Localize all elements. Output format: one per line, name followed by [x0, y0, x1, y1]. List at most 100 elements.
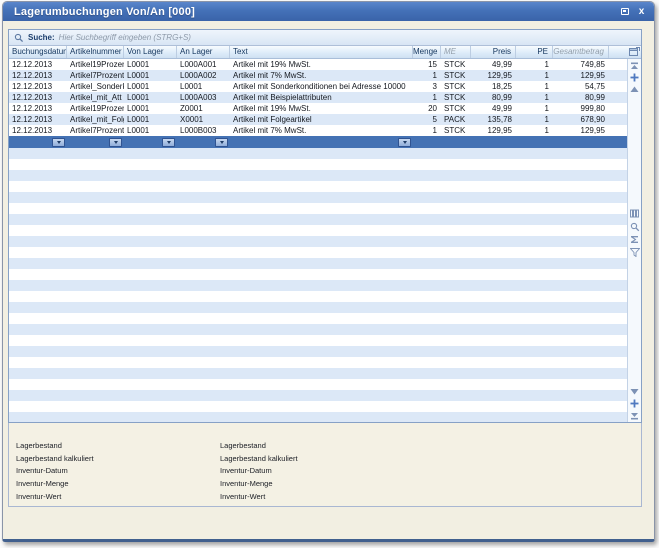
- dropdown-button[interactable]: [162, 138, 175, 147]
- table-cell: 49,99: [471, 59, 516, 70]
- scroll-to-bottom-icon[interactable]: [630, 411, 640, 420]
- insert-row-icon[interactable]: [630, 73, 640, 82]
- scroll-to-top-icon[interactable]: [630, 61, 640, 70]
- table-body: 12.12.2013Artikel19ProzerL0001L000A001Ar…: [9, 59, 641, 422]
- column-header[interactable]: PE: [516, 46, 553, 58]
- table-cell: 12.12.2013: [9, 125, 67, 136]
- table-cell: 1: [516, 125, 553, 136]
- table-cell: L0001: [177, 81, 230, 92]
- chevron-down-icon: [220, 141, 224, 144]
- table-cell: 1: [413, 125, 441, 136]
- footer-label: Lagerbestand kalkuliert: [220, 453, 298, 466]
- table-cell: 749,85: [553, 59, 609, 70]
- table-cell: Artikel7Prozent: [67, 70, 124, 81]
- table-cell: Artikel mit 19% MwSt.: [230, 103, 413, 114]
- restore-icon: [621, 8, 629, 15]
- table-cell: 1: [516, 103, 553, 114]
- insert-cell[interactable]: [9, 136, 67, 148]
- table-cell: STCK: [441, 81, 471, 92]
- dropdown-button[interactable]: [215, 138, 228, 147]
- insert-cell[interactable]: [230, 136, 413, 148]
- table-cell: 1: [516, 59, 553, 70]
- table-cell: 12.12.2013: [9, 81, 67, 92]
- close-icon: x: [639, 7, 645, 17]
- search-bar[interactable]: Suche: Hier Suchbegriff eingeben (STRG+S…: [9, 30, 641, 46]
- search-icon: [14, 33, 24, 43]
- footer-label: Lagerbestand: [220, 440, 298, 453]
- scroll-down-icon[interactable]: [630, 387, 640, 396]
- footer-label: Lagerbestand kalkuliert: [16, 453, 94, 466]
- dropdown-button[interactable]: [52, 138, 65, 147]
- table-cell: Artikel mit Beispielattributen: [230, 92, 413, 103]
- footer-label: Inventur-Datum: [16, 465, 94, 478]
- table-cell: L000A003: [177, 92, 230, 103]
- column-header[interactable]: Artikelnummer: [67, 46, 124, 58]
- close-button[interactable]: x: [635, 6, 648, 18]
- table-view-icon[interactable]: [630, 209, 640, 218]
- table-cell: 1: [516, 81, 553, 92]
- table-cell: 80,99: [553, 92, 609, 103]
- table-cell: STCK: [441, 70, 471, 81]
- sum-icon[interactable]: [630, 235, 640, 244]
- table-cell: 12.12.2013: [9, 103, 67, 114]
- table-row[interactable]: 12.12.2013Artikel_mit_AttL0001L000A003Ar…: [9, 92, 627, 103]
- chevron-down-icon: [403, 141, 407, 144]
- search-icon[interactable]: [630, 222, 640, 231]
- table-row[interactable]: 12.12.2013Artikel7ProzentL0001L000B003Ar…: [9, 125, 627, 136]
- footer-label: Inventur-Menge: [16, 478, 94, 491]
- table-cell: 3: [413, 81, 441, 92]
- footer-label: Inventur-Wert: [16, 491, 94, 504]
- table-row[interactable]: 12.12.2013Artikel7ProzentL0001L000A002Ar…: [9, 70, 627, 81]
- table-row[interactable]: 12.12.2013Artikel19ProzerL0001L000A001Ar…: [9, 59, 627, 70]
- table-cell: L000B003: [177, 125, 230, 136]
- table-cell: 1: [516, 114, 553, 125]
- column-header[interactable]: Text: [230, 46, 413, 58]
- table-cell: L0001: [124, 114, 177, 125]
- filter-icon[interactable]: [630, 248, 640, 257]
- column-header[interactable]: Menge: [413, 46, 441, 58]
- chevron-down-icon: [167, 141, 171, 144]
- table-row[interactable]: 12.12.2013Artikel19ProzerL0001Z0001Artik…: [9, 103, 627, 114]
- table-cell: 129,95: [553, 125, 609, 136]
- table-cell: 12.12.2013: [9, 70, 67, 81]
- insert-row[interactable]: [9, 136, 627, 148]
- column-header[interactable]: An Lager: [177, 46, 230, 58]
- column-header[interactable]: Von Lager: [124, 46, 177, 58]
- dropdown-button[interactable]: [398, 138, 411, 147]
- dropdown-button[interactable]: [109, 138, 122, 147]
- chevron-down-icon: [57, 141, 61, 144]
- toolbar-group-middle: [630, 209, 640, 257]
- table-row[interactable]: 12.12.2013Artikel_SonderkL0001L0001Artik…: [9, 81, 627, 92]
- table-cell: Artikel mit Sonderkonditionen bei Adress…: [230, 81, 413, 92]
- table-cell: Artikel mit Folgeartikel: [230, 114, 413, 125]
- table-cell: 49,99: [471, 103, 516, 114]
- column-header[interactable]: Preis: [471, 46, 516, 58]
- table-cell: L0001: [124, 125, 177, 136]
- insert-cell[interactable]: [177, 136, 230, 148]
- insert-cell[interactable]: [67, 136, 124, 148]
- column-header[interactable]: Gesamtbetrag: [553, 46, 609, 58]
- customize-columns-button[interactable]: [627, 46, 641, 58]
- table-cell: STCK: [441, 92, 471, 103]
- table-cell: L0001: [124, 92, 177, 103]
- column-header[interactable]: Buchungsdatum: [9, 46, 67, 58]
- insert-row-icon[interactable]: [630, 399, 640, 408]
- table-cell: Artikel19Prozer: [67, 59, 124, 70]
- table-cell: STCK: [441, 59, 471, 70]
- column-header[interactable]: ME: [441, 46, 471, 58]
- table-cell: 12.12.2013: [9, 92, 67, 103]
- table-header: BuchungsdatumArtikelnummerVon LagerAn La…: [9, 46, 641, 59]
- table-cell: 135,78: [471, 114, 516, 125]
- table-cell: Artikel mit 7% MwSt.: [230, 70, 413, 81]
- footer-label: Lagerbestand: [16, 440, 94, 453]
- insert-cell[interactable]: [124, 136, 177, 148]
- table-cell: Artikel mit 19% MwSt.: [230, 59, 413, 70]
- scroll-up-icon[interactable]: [630, 85, 640, 94]
- toolbar-group-top: [630, 59, 640, 94]
- search-placeholder: Hier Suchbegriff eingeben (STRG+S): [59, 33, 191, 42]
- table-cell: 12.12.2013: [9, 114, 67, 125]
- table-row[interactable]: 12.12.2013Artikel_mit_FolgL0001X0001Arti…: [9, 114, 627, 125]
- table-cell: 20: [413, 103, 441, 114]
- restore-button[interactable]: [618, 6, 631, 18]
- table-cell: L0001: [124, 70, 177, 81]
